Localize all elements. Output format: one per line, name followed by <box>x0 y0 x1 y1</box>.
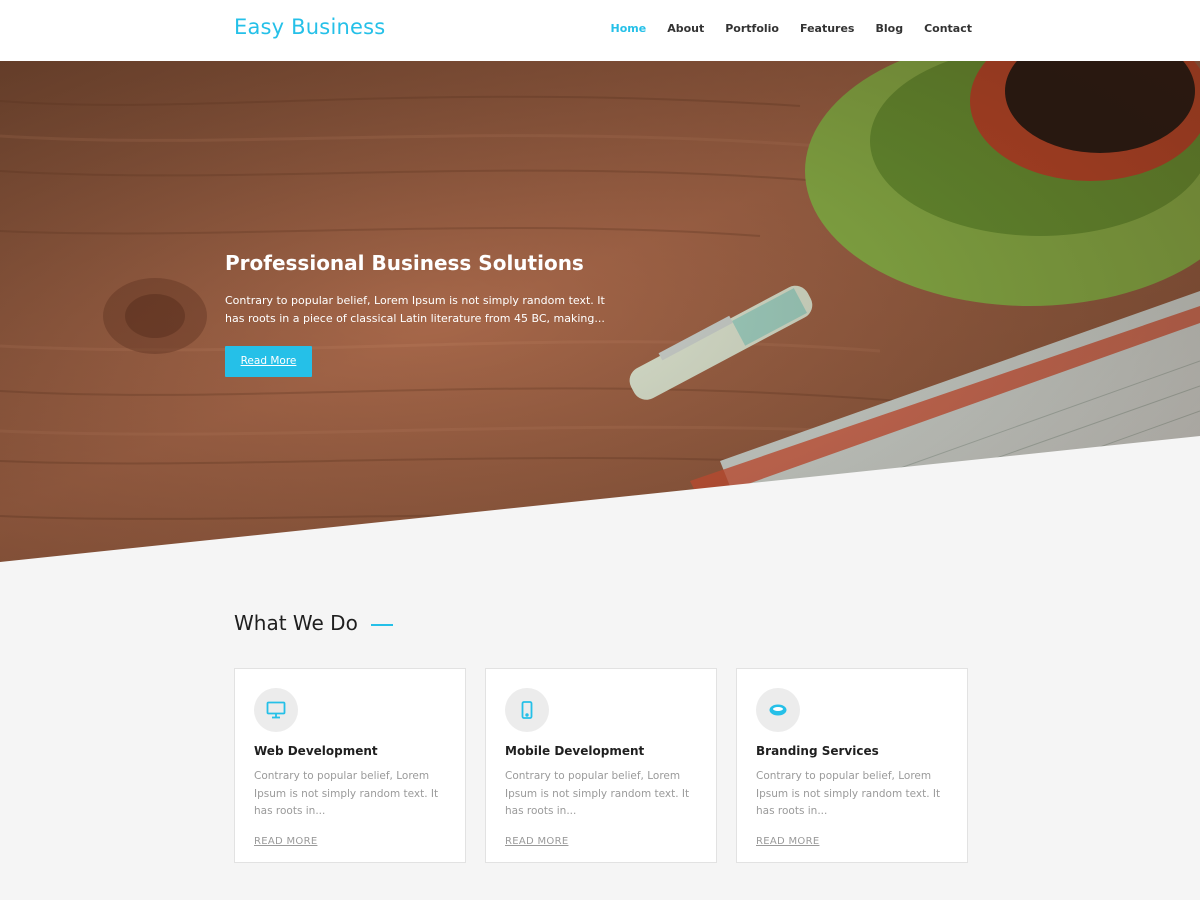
mobile-icon <box>505 688 549 732</box>
monitor-icon <box>254 688 298 732</box>
service-read-more-link[interactable]: READ MORE <box>505 836 568 847</box>
service-title: Branding Services <box>756 744 879 758</box>
service-card: Branding Services Contrary to popular be… <box>736 668 968 863</box>
section-header: What We Do <box>234 611 393 635</box>
service-title: Mobile Development <box>505 744 645 758</box>
services-list: Web Development Contrary to popular beli… <box>234 668 968 863</box>
site-logo[interactable]: Easy Business <box>234 15 385 39</box>
service-description: Contrary to popular belief, Lorem Ipsum … <box>254 770 439 817</box>
hero-description: Contrary to popular belief, Lorem Ipsum … <box>225 294 605 325</box>
service-card: Mobile Development Contrary to popular b… <box>485 668 717 863</box>
service-title: Web Development <box>254 744 378 758</box>
nav-blog[interactable]: Blog <box>875 22 903 35</box>
nav-features[interactable]: Features <box>800 22 854 35</box>
hero-title: Professional Business Solutions <box>225 251 584 275</box>
service-description: Contrary to popular belief, Lorem Ipsum … <box>756 770 941 817</box>
section-title-underline <box>370 624 393 626</box>
hero-content: Professional Business Solutions Contrary… <box>225 251 605 377</box>
service-description: Contrary to popular belief, Lorem Ipsum … <box>505 770 690 817</box>
hero-banner: Professional Business Solutions Contrary… <box>0 61 1200 562</box>
main-nav: Home About Portfolio Features Blog Conta… <box>590 22 972 35</box>
nav-about[interactable]: About <box>667 22 704 35</box>
nav-portfolio[interactable]: Portfolio <box>725 22 779 35</box>
service-read-more-link[interactable]: READ MORE <box>254 836 317 847</box>
site-header: Easy Business Home About Portfolio Featu… <box>0 0 1200 61</box>
section-title: What We Do <box>234 611 358 635</box>
read-more-button[interactable]: Read More <box>225 346 312 377</box>
nav-contact[interactable]: Contact <box>924 22 972 35</box>
service-card: Web Development Contrary to popular beli… <box>234 668 466 863</box>
service-read-more-link[interactable]: READ MORE <box>756 836 819 847</box>
brand-icon <box>756 688 800 732</box>
nav-home[interactable]: Home <box>611 22 647 35</box>
